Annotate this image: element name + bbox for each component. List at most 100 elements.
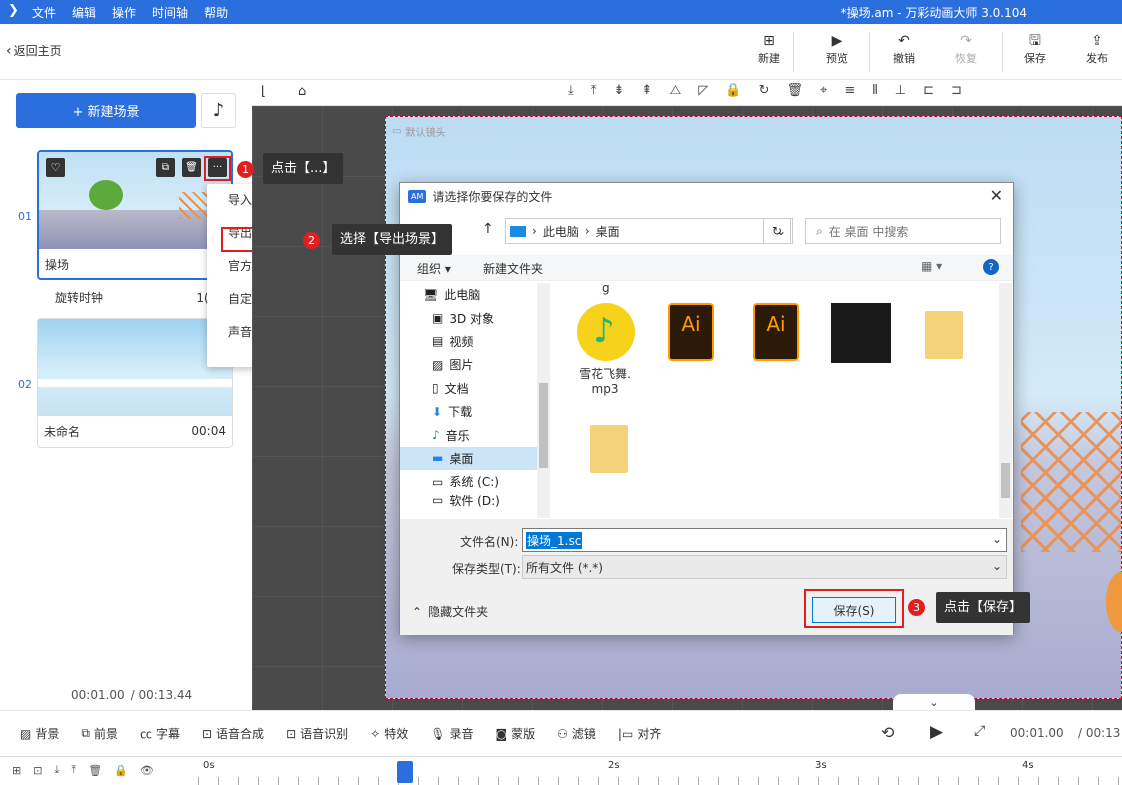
redo-button[interactable]: ↷ 恢复 bbox=[944, 32, 988, 66]
music-button[interactable]: ♪ bbox=[201, 93, 236, 128]
copy-icon[interactable]: ⧉ bbox=[156, 158, 175, 177]
eye-icon[interactable]: 👁 bbox=[140, 764, 154, 777]
move-down-layer-icon[interactable]: ⤓ bbox=[54, 763, 59, 777]
play-icon[interactable]: ▶ bbox=[930, 722, 943, 742]
flip-horizontal-icon[interactable]: ⧍ bbox=[669, 83, 681, 98]
app-logo-icon: ❯ bbox=[8, 3, 19, 18]
align-left-icon[interactable]: ⊏ bbox=[923, 83, 934, 98]
record-button[interactable]: 🎙 录音 bbox=[430, 725, 473, 742]
subtitle-button[interactable]: ㏄字幕 bbox=[140, 725, 180, 742]
chevron-down-icon[interactable]: ⌄ bbox=[992, 532, 1002, 546]
folder-shortcut-icon[interactable] bbox=[590, 425, 628, 473]
move-up-layer-icon[interactable]: ⤒ bbox=[71, 763, 76, 777]
menu-help[interactable]: 帮助 bbox=[204, 4, 228, 21]
nav-music[interactable]: ♪ 音乐 bbox=[400, 423, 550, 446]
background-button[interactable]: ▨ 背景 bbox=[20, 725, 59, 742]
filetype-select[interactable]: 所有文件 (*.*) ⌄ bbox=[522, 555, 1007, 579]
ai-file-icon[interactable]: Ai bbox=[753, 303, 799, 361]
nav-videos[interactable]: ▤ 视频 bbox=[400, 330, 550, 353]
home-icon[interactable]: ⌂ bbox=[298, 84, 306, 99]
organize-button[interactable]: 组织 ▾ bbox=[417, 260, 451, 277]
file-scrollbar[interactable] bbox=[999, 283, 1012, 518]
add-layer-icon[interactable]: ⊞ bbox=[12, 764, 21, 777]
align-button[interactable]: |▭ 对齐 bbox=[618, 725, 661, 742]
favorite-icon[interactable]: ♡ bbox=[46, 158, 65, 177]
fullscreen-icon[interactable]: ⤢ bbox=[974, 723, 985, 739]
help-icon[interactable]: ? bbox=[983, 259, 999, 275]
timeline-ruler[interactable]: 0s 2s 3s 4s bbox=[198, 757, 1122, 785]
align-corner-icon[interactable]: ⌊ bbox=[261, 84, 266, 99]
image-thumbnail[interactable] bbox=[831, 303, 891, 363]
nav-scrollbar[interactable] bbox=[537, 283, 550, 518]
nav-pictures[interactable]: ▨ 图片 bbox=[400, 353, 550, 376]
speech-recognition-button[interactable]: ⊡ 语音识别 bbox=[286, 725, 348, 742]
trash-icon[interactable]: 🗑 bbox=[182, 158, 201, 177]
collapse-handle[interactable]: ⌄ bbox=[893, 694, 975, 710]
folder-shortcut-icon[interactable] bbox=[925, 311, 963, 359]
bb-label: 特效 bbox=[384, 727, 409, 741]
filter-button[interactable]: ⚇ 滤镜 bbox=[557, 725, 596, 742]
path-segment[interactable]: 桌面 bbox=[596, 223, 620, 240]
publish-button[interactable]: ⇪ 发布 bbox=[1075, 32, 1119, 66]
move-up-icon[interactable]: ⇞ bbox=[641, 83, 652, 98]
new-scene-button[interactable]: + 新建场景 bbox=[16, 93, 196, 128]
nav-drive-d[interactable]: ▭ 软件 (D:) bbox=[400, 494, 550, 507]
rotate-icon[interactable]: ↻ bbox=[759, 83, 770, 98]
window-title: *操场.am - 万彩动画大师 3.0.104 bbox=[840, 6, 1027, 20]
search-box[interactable]: ⌕ 在 桌面 中搜索 bbox=[805, 218, 1001, 244]
hide-folders-toggle[interactable]: ⌃ 隐藏文件夹 bbox=[412, 603, 488, 620]
tts-button[interactable]: ⊡ 语音合成 bbox=[202, 725, 264, 742]
scene-card-2[interactable]: 未命名 00:04 bbox=[37, 318, 233, 448]
filename-value: 操场_1.sc bbox=[526, 531, 583, 549]
chevron-down-icon[interactable]: ⌄ bbox=[992, 559, 1002, 573]
nav-downloads[interactable]: ⬇ 下载 bbox=[400, 400, 550, 423]
nav-this-pc[interactable]: 🖥 此电脑 bbox=[400, 283, 550, 306]
move-top-icon[interactable]: ⤒ bbox=[591, 83, 597, 98]
move-down-icon[interactable]: ⇟ bbox=[614, 83, 625, 98]
menu-edit[interactable]: 编辑 bbox=[72, 4, 96, 21]
up-arrow-icon[interactable]: ↑ bbox=[482, 221, 494, 237]
nav-3d-objects[interactable]: ▣ 3D 对象 bbox=[400, 306, 550, 329]
lock-icon[interactable]: 🔒 bbox=[725, 83, 741, 98]
save-button[interactable]: 🖫 保存 bbox=[1013, 32, 1057, 66]
playhead-handle[interactable] bbox=[397, 761, 413, 783]
foreground-button[interactable]: ⧉ 前景 bbox=[81, 725, 118, 742]
new-button[interactable]: ⊞ 新建 bbox=[747, 32, 791, 66]
undo-button[interactable]: ↶ 撤销 bbox=[882, 32, 926, 66]
preview-button[interactable]: ▶ 预览 bbox=[815, 32, 859, 66]
focus-icon[interactable]: ⌖ bbox=[820, 83, 827, 98]
file-name[interactable]: 雪花飞舞. mp3 bbox=[575, 365, 635, 396]
align-center-h-icon[interactable]: ≡ bbox=[844, 83, 855, 98]
path-segment[interactable]: 此电脑 bbox=[543, 223, 579, 240]
align-bottom-icon[interactable]: ⊥ bbox=[895, 83, 906, 98]
ai-file-icon[interactable]: Ai bbox=[668, 303, 714, 361]
refresh-button[interactable]: ↻ bbox=[763, 218, 791, 244]
reset-icon[interactable]: ⟲ bbox=[881, 723, 894, 742]
filename-input[interactable]: 操场_1.sc ⌄ bbox=[522, 528, 1007, 552]
view-options-icon[interactable]: ▦ ▾ bbox=[921, 259, 942, 273]
address-bar[interactable]: › 此电脑 › 桌面 ⌄ bbox=[505, 218, 793, 244]
menu-timeline[interactable]: 时间轴 bbox=[152, 4, 188, 21]
close-icon[interactable]: ✕ bbox=[990, 186, 1003, 205]
menu-operate[interactable]: 操作 bbox=[112, 4, 136, 21]
new-folder-button[interactable]: 新建文件夹 bbox=[483, 260, 543, 277]
back-home-button[interactable]: ‹ 返回主页 bbox=[6, 42, 62, 59]
nav-drive-c[interactable]: ▭ 系统 (C:) bbox=[400, 470, 550, 493]
scrollbar-thumb[interactable] bbox=[1001, 463, 1010, 498]
align-right-icon[interactable]: ⊐ bbox=[951, 83, 962, 98]
mask-button[interactable]: ◙ 蒙版 bbox=[495, 725, 535, 742]
delete-layer-icon[interactable]: 🗑 bbox=[88, 764, 102, 777]
effects-button[interactable]: ✧ 特效 bbox=[370, 725, 408, 742]
qq-music-icon[interactable]: ♪ bbox=[577, 303, 635, 361]
nav-documents[interactable]: ▯ 文档 bbox=[400, 377, 550, 400]
menu-file[interactable]: 文件 bbox=[32, 4, 56, 21]
flip-vertical-icon[interactable]: ◸ bbox=[698, 83, 708, 98]
scene-sub-item[interactable]: 旋转时钟 1(s bbox=[55, 289, 215, 306]
scrollbar-thumb[interactable] bbox=[539, 383, 548, 468]
lock-layer-icon[interactable]: 🔒 bbox=[114, 764, 128, 777]
nav-desktop[interactable]: ▬ 桌面 bbox=[400, 446, 550, 471]
align-center-v-icon[interactable]: ⫴ bbox=[872, 83, 877, 98]
delete-icon[interactable]: 🗑 bbox=[787, 83, 804, 98]
add-folder-icon[interactable]: ⊡ bbox=[33, 764, 42, 777]
move-bottom-icon[interactable]: ⤓ bbox=[568, 83, 574, 98]
